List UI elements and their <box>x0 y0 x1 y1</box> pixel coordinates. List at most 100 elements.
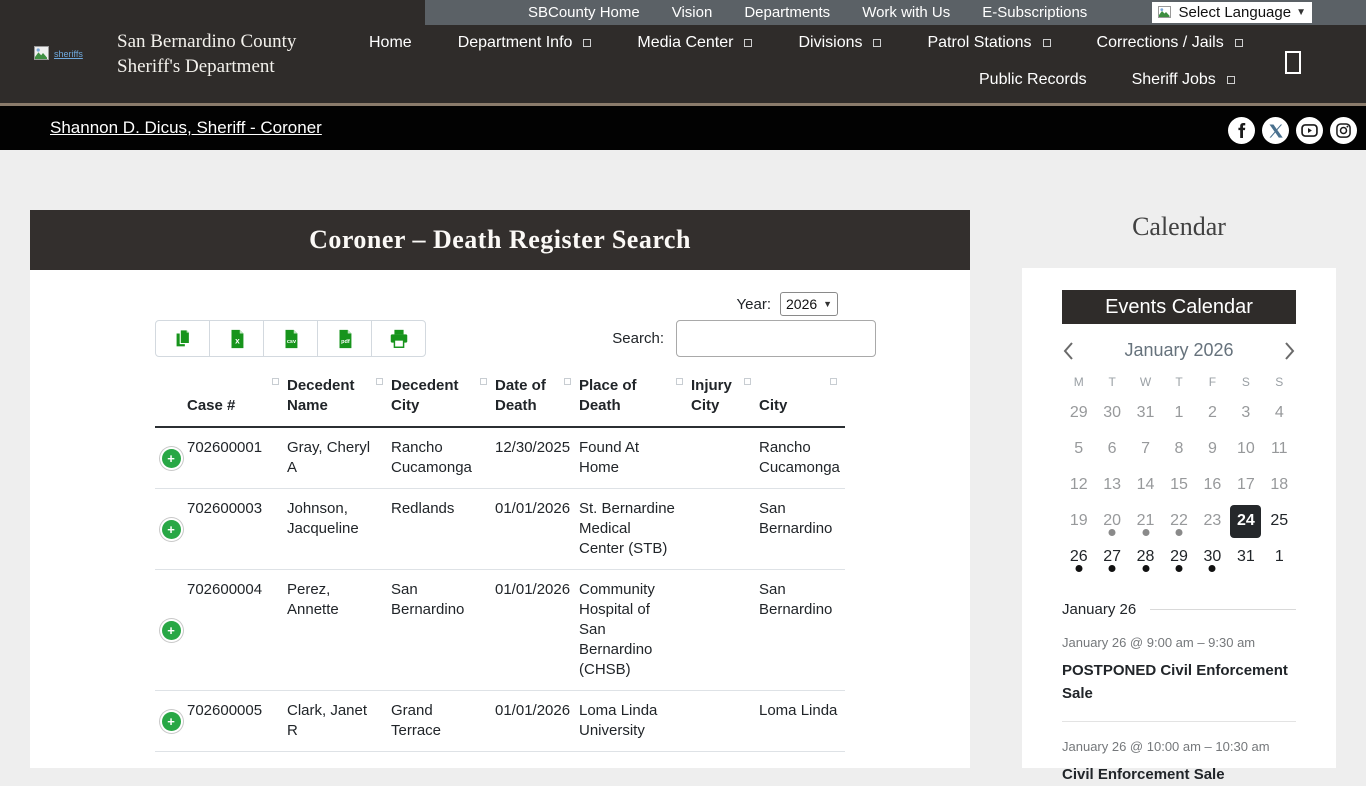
year-select[interactable]: 2026 ▼ <box>780 292 838 316</box>
expand-row-button[interactable]: + <box>161 620 181 640</box>
cell-case-number: 702600003 <box>187 488 287 570</box>
next-month-icon[interactable] <box>1284 341 1296 361</box>
calendar-day-8[interactable]: 8 <box>1162 431 1195 467</box>
x-twitter-icon[interactable] <box>1262 117 1289 144</box>
calendar-day-29[interactable]: 29 <box>1062 395 1095 431</box>
cell-decedent-name: Clark, Janet R <box>287 690 391 752</box>
calendar-day-29[interactable]: 29 <box>1162 539 1195 575</box>
column-header-decedent-city[interactable]: Decedent City <box>391 368 495 428</box>
nav-item-media-center[interactable]: Media Center <box>637 34 753 52</box>
utility-link-vision[interactable]: Vision <box>672 4 713 21</box>
prev-month-icon[interactable] <box>1062 341 1074 361</box>
utility-link-sbcounty-home[interactable]: SBCounty Home <box>528 4 640 21</box>
youtube-icon[interactable] <box>1296 117 1323 144</box>
search-input[interactable] <box>676 320 876 357</box>
column-header-decedent-name[interactable]: Decedent Name <box>287 368 391 428</box>
nav-item-department-info[interactable]: Department Info <box>458 34 592 52</box>
calendar-day-19[interactable]: 19 <box>1062 503 1095 539</box>
expand-row-button[interactable]: + <box>161 448 181 468</box>
page-title: Coroner – Death Register Search <box>309 225 691 254</box>
copy-export-button[interactable] <box>155 320 210 357</box>
export-buttons: x csv pdf <box>155 320 426 357</box>
calendar-day-24[interactable]: 24 <box>1229 503 1262 539</box>
print-icon <box>390 329 407 348</box>
expand-row-button[interactable]: + <box>161 711 181 731</box>
calendar-day-9[interactable]: 9 <box>1196 431 1229 467</box>
broken-image-icon <box>1158 6 1172 18</box>
calendar-day-5[interactable]: 5 <box>1062 431 1095 467</box>
event-title[interactable]: Civil Enforcement Sale <box>1062 763 1296 786</box>
nav-item-public-records[interactable]: Public Records <box>979 71 1087 89</box>
nav-item-corrections-jails[interactable]: Corrections / Jails <box>1097 34 1243 52</box>
cell-decedent-city: Rancho Cucamonga <box>391 427 495 489</box>
calendar-day-4[interactable]: 4 <box>1263 395 1296 431</box>
print-export-button[interactable] <box>371 320 426 357</box>
page-title-bar: Coroner – Death Register Search <box>30 210 970 270</box>
calendar-day-26[interactable]: 26 <box>1062 539 1095 575</box>
nav-item-label: Patrol Stations <box>927 34 1032 51</box>
calendar-day-23[interactable]: 23 <box>1196 503 1229 539</box>
nav-item-sheriff-jobs[interactable]: Sheriff Jobs <box>1132 71 1235 89</box>
calendar-day-13[interactable]: 13 <box>1095 467 1128 503</box>
language-selector[interactable]: Select Language ▼ <box>1152 2 1312 23</box>
calendar-day-12[interactable]: 12 <box>1062 467 1095 503</box>
expand-row-button[interactable]: + <box>161 519 181 539</box>
calendar-day-1[interactable]: 1 <box>1162 395 1195 431</box>
column-header-city[interactable]: City <box>759 368 845 428</box>
calendar-day-14[interactable]: 14 <box>1129 467 1162 503</box>
calendar-day-6[interactable]: 6 <box>1095 431 1128 467</box>
utility-link-e-subscriptions[interactable]: E-Subscriptions <box>982 4 1087 21</box>
calendar-day-15[interactable]: 15 <box>1162 467 1195 503</box>
column-header-case[interactable]: Case # <box>187 368 287 428</box>
calendar-day-25[interactable]: 25 <box>1263 503 1296 539</box>
cell-case-number: 702600005 <box>187 690 287 752</box>
calendar-day-7[interactable]: 7 <box>1129 431 1162 467</box>
facebook-icon[interactable] <box>1228 117 1255 144</box>
selected-day-tile: 24 <box>1230 504 1262 538</box>
calendar-day-21[interactable]: 21 <box>1129 503 1162 539</box>
row-control-cell: + <box>155 427 187 489</box>
event-title[interactable]: POSTPONED Civil Enforcement Sale <box>1062 659 1296 705</box>
breadcrumb-link[interactable]: Shannon D. Dicus, Sheriff - Coroner <box>50 118 322 138</box>
calendar-day-31[interactable]: 31 <box>1129 395 1162 431</box>
calendar-day-30[interactable]: 30 <box>1095 395 1128 431</box>
calendar-day-3[interactable]: 3 <box>1229 395 1262 431</box>
utility-link-departments[interactable]: Departments <box>744 4 830 21</box>
calendar-day-2[interactable]: 2 <box>1196 395 1229 431</box>
calendar-day-1[interactable]: 1 <box>1263 539 1296 575</box>
calendar-day-22[interactable]: 22 <box>1162 503 1195 539</box>
nav-item-home[interactable]: Home <box>369 34 412 52</box>
calendar-day-17[interactable]: 17 <box>1229 467 1262 503</box>
calendar-day-31[interactable]: 31 <box>1229 539 1262 575</box>
calendar-day-27[interactable]: 27 <box>1095 539 1128 575</box>
calendar-day-30[interactable]: 30 <box>1196 539 1229 575</box>
event-dot <box>1108 565 1116 572</box>
calendar-day-18[interactable]: 18 <box>1263 467 1296 503</box>
excel-export-button[interactable]: x <box>209 320 264 357</box>
calendar-day-10[interactable]: 10 <box>1229 431 1262 467</box>
column-header-injury-city[interactable]: Injury City <box>691 368 759 428</box>
calendar-day-16[interactable]: 16 <box>1196 467 1229 503</box>
calendar-day-20[interactable]: 20 <box>1095 503 1128 539</box>
search-icon[interactable] <box>1285 51 1301 74</box>
instagram-icon[interactable] <box>1330 117 1357 144</box>
nav-item-patrol-stations[interactable]: Patrol Stations <box>927 34 1051 52</box>
table-body: +702600001 Gray, Cheryl A Rancho Cucamonga… <box>155 427 845 752</box>
table-header: Case # Decedent Name Decedent City Date of … <box>155 368 845 428</box>
weekday-label: M <box>1073 375 1084 389</box>
calendar-day-11[interactable]: 11 <box>1263 431 1296 467</box>
column-header-date-of-death[interactable]: Date of Death <box>495 368 579 428</box>
utility-link-work-with-us[interactable]: Work with Us <box>862 4 950 21</box>
year-label: Year: <box>736 295 771 313</box>
utility-links: SBCounty Home Vision Departments Work with … <box>528 4 1087 21</box>
column-header-place-of-death[interactable]: Place of Death <box>579 368 691 428</box>
csv-export-button[interactable]: csv <box>263 320 318 357</box>
cell-decedent-city: Grand Terrace <box>391 690 495 752</box>
calendar-day-28[interactable]: 28 <box>1129 539 1162 575</box>
site-logo[interactable]: sheriffs <box>34 46 83 61</box>
pdf-export-button[interactable]: pdf <box>317 320 372 357</box>
year-filter: Year: 2026 ▼ <box>737 292 838 316</box>
nav-item-divisions[interactable]: Divisions <box>798 34 882 52</box>
nav-item-label: Sheriff Jobs <box>1131 71 1216 88</box>
svg-text:x: x <box>235 336 240 345</box>
